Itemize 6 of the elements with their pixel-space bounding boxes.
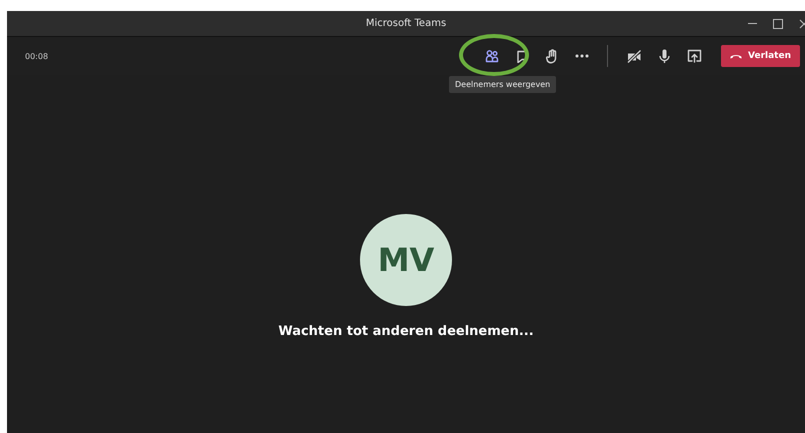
call-timer: 00:08 — [25, 52, 48, 60]
tooltip: Deelnemers weergeven — [449, 76, 556, 93]
leave-button[interactable]: Verlaten — [721, 45, 800, 67]
window-title: Microsoft Teams — [366, 18, 446, 29]
avatar: MV — [360, 214, 452, 306]
waiting-message: Wachten tot anderen deelnemen... — [278, 324, 534, 339]
